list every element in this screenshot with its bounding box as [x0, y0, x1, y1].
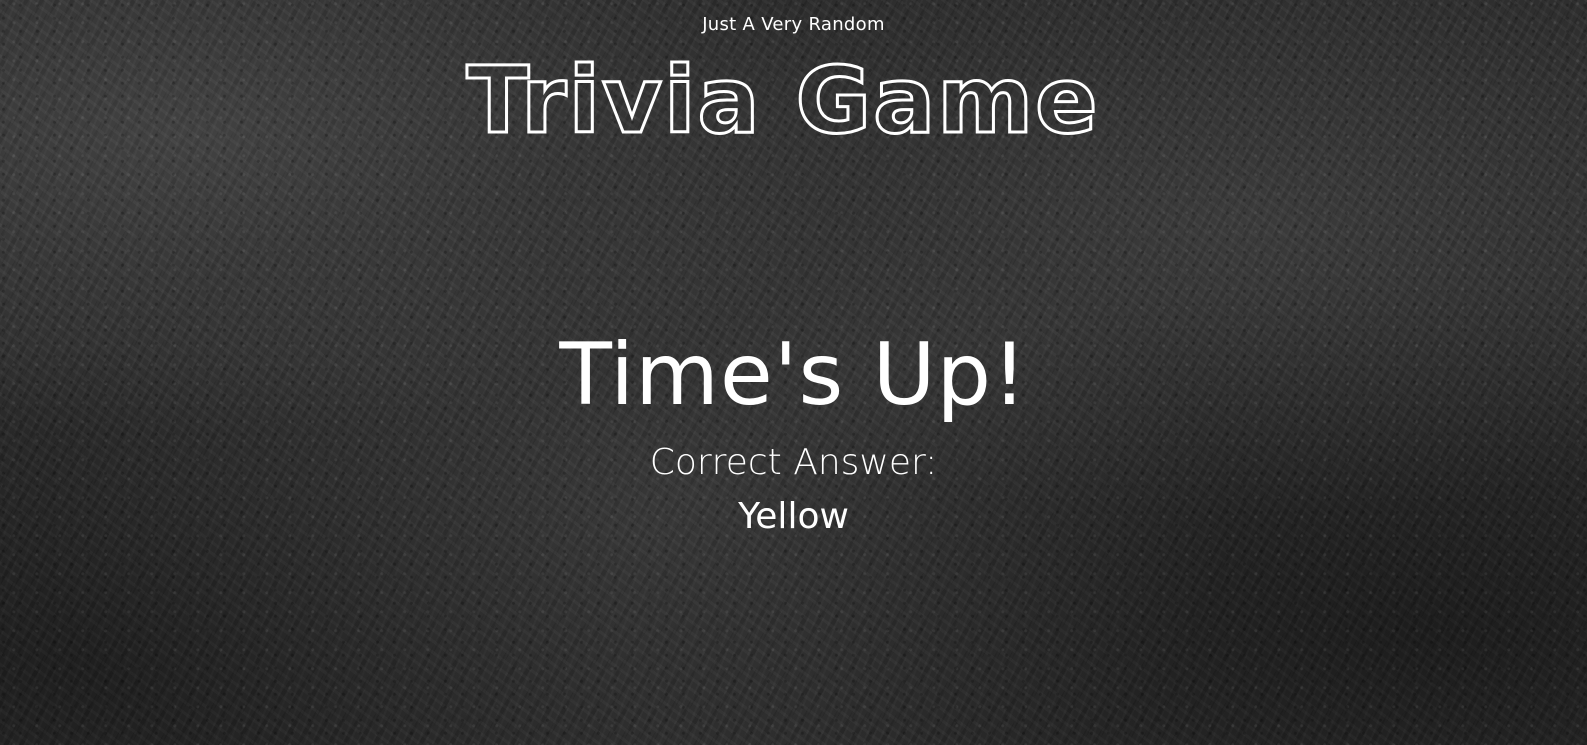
result-panel: Time's Up! Correct Answer: Yellow: [0, 320, 1587, 540]
trivia-game-logo: Trivia Game Trivia Game: [413, 46, 1153, 146]
result-title: Time's Up!: [559, 325, 1028, 425]
correct-answer-value: Yellow: [738, 496, 849, 537]
logo-text-inline: Trivia Game: [466, 47, 1099, 146]
correct-answer-label: Correct Answer:: [649, 442, 938, 483]
header-subtitle: Just A Very Random: [702, 14, 885, 35]
